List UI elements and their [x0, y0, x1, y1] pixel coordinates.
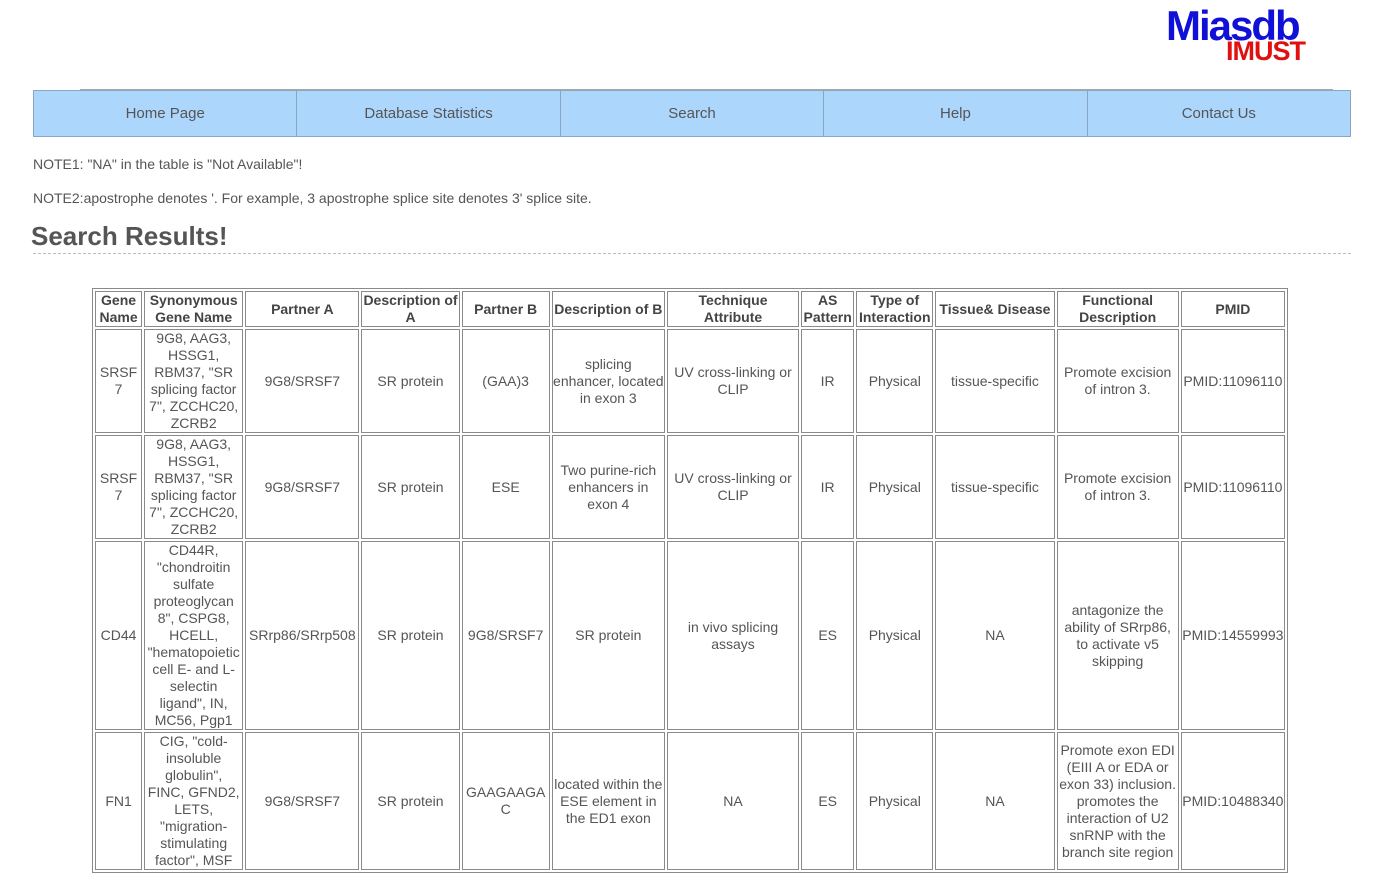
table-cell: antagonize the ability of SRrp86, to act… [1056, 541, 1179, 730]
results-table: Gene Name Synonymous Gene Name Partner A… [92, 288, 1288, 873]
nav-contact-us[interactable]: Contact Us [1088, 91, 1350, 136]
column-header: Technique Attribute [666, 291, 800, 327]
table-cell: tissue-specific [935, 329, 1055, 433]
gene-name-link[interactable]: FN1 [95, 732, 143, 870]
table-cell: ESE [461, 435, 550, 539]
table-cell: ES [801, 541, 855, 730]
gene-name-link[interactable]: SRSF7 [95, 329, 143, 433]
site-logo[interactable]: Miasdb IMUST [1166, 4, 1316, 68]
table-row: SRSF7 9G8, AAG3, HSSG1, RBM37, "SR splic… [95, 435, 1285, 539]
note-apostrophe: NOTE2:apostrophe denotes '. For example,… [33, 190, 592, 206]
table-cell: tissue-specific [935, 435, 1055, 539]
table-cell: SR protein [361, 541, 460, 730]
column-header: Synonymous Gene Name [144, 291, 244, 327]
table-cell: IR [801, 435, 855, 539]
table-cell: SR protein [361, 435, 460, 539]
table-cell: 9G8, AAG3, HSSG1, RBM37, "SR splicing fa… [144, 435, 244, 539]
table-row: FN1 CIG, "cold-insoluble globulin", FINC… [95, 732, 1285, 870]
table-row: SRSF7 9G8, AAG3, HSSG1, RBM37, "SR splic… [95, 329, 1285, 433]
column-header: Description of A [361, 291, 460, 327]
column-header: Tissue& Disease [935, 291, 1055, 327]
column-header: Gene Name [95, 291, 143, 327]
nav-database-statistics[interactable]: Database Statistics [297, 91, 561, 136]
table-cell: in vivo splicing assays [666, 541, 800, 730]
table-cell: 9G8/SRSF7 [245, 732, 360, 870]
nav-home-page[interactable]: Home Page [34, 91, 298, 136]
table-cell: (GAA)3 [461, 329, 550, 433]
table-header-row: Gene Name Synonymous Gene Name Partner A… [95, 291, 1285, 327]
table-cell: NA [935, 541, 1055, 730]
table-cell: Promote excision of intron 3. [1056, 329, 1179, 433]
pmid-link[interactable]: PMID:11096110 [1180, 435, 1285, 539]
pmid-link[interactable]: PMID:11096110 [1180, 329, 1285, 433]
table-cell: Physical [856, 732, 934, 870]
column-header: PMID [1180, 291, 1285, 327]
gene-name-link[interactable]: SRSF7 [95, 435, 143, 539]
column-header: Functional Description [1056, 291, 1179, 327]
page-title: Search Results! [31, 221, 228, 251]
table-cell: UV cross-linking or CLIP [666, 329, 800, 433]
table-cell: Physical [856, 435, 934, 539]
table-cell: UV cross-linking or CLIP [666, 435, 800, 539]
table-row: CD44 CD44R, "chondroitin sulfate proteog… [95, 541, 1285, 730]
note-na: NOTE1: "NA" in the table is "Not Availab… [33, 156, 303, 172]
table-cell: Physical [856, 541, 934, 730]
table-cell: 9G8, AAG3, HSSG1, RBM37, "SR splicing fa… [144, 329, 244, 433]
table-cell: Physical [856, 329, 934, 433]
gene-name-link[interactable]: CD44 [95, 541, 143, 730]
column-header: AS Pattern [801, 291, 855, 327]
logo-text-imust: IMUST [1226, 36, 1306, 66]
table-cell: SR protein [361, 732, 460, 870]
table-cell: SR protein [551, 541, 665, 730]
nav-help[interactable]: Help [824, 91, 1088, 136]
table-cell: IR [801, 329, 855, 433]
column-header: Partner B [461, 291, 550, 327]
pmid-link[interactable]: PMID:10488340 [1180, 732, 1285, 870]
table-cell: located within the ESE element in the ED… [551, 732, 665, 870]
table-cell: Promote exon EDI (EIII A or EDA or exon … [1056, 732, 1179, 870]
table-cell: Two purine-rich enhancers in exon 4 [551, 435, 665, 539]
nav-search[interactable]: Search [561, 91, 825, 136]
table-cell: 9G8/SRSF7 [461, 541, 550, 730]
column-header: Description of B [551, 291, 665, 327]
column-header: Partner A [245, 291, 360, 327]
table-cell: GAAGAAGAC [461, 732, 550, 870]
table-cell: ES [801, 732, 855, 870]
main-nav: Home Page Database Statistics Search Hel… [33, 90, 1351, 137]
table-cell: Promote excision of intron 3. [1056, 435, 1179, 539]
table-cell: NA [666, 732, 800, 870]
table-cell: splicing enhancer, located in exon 3 [551, 329, 665, 433]
table-cell: SRrp86/SRrp508 [245, 541, 360, 730]
table-cell: NA [935, 732, 1055, 870]
table-cell: 9G8/SRSF7 [245, 329, 360, 433]
table-cell: SR protein [361, 329, 460, 433]
table-cell: 9G8/SRSF7 [245, 435, 360, 539]
table-cell: CD44R, "chondroitin sulfate proteoglycan… [144, 541, 244, 730]
column-header: Type of Interaction [856, 291, 934, 327]
pmid-link[interactable]: PMID:14559993 [1180, 541, 1285, 730]
title-divider [33, 253, 1351, 254]
table-cell: CIG, "cold-insoluble globulin", FINC, GF… [144, 732, 244, 870]
